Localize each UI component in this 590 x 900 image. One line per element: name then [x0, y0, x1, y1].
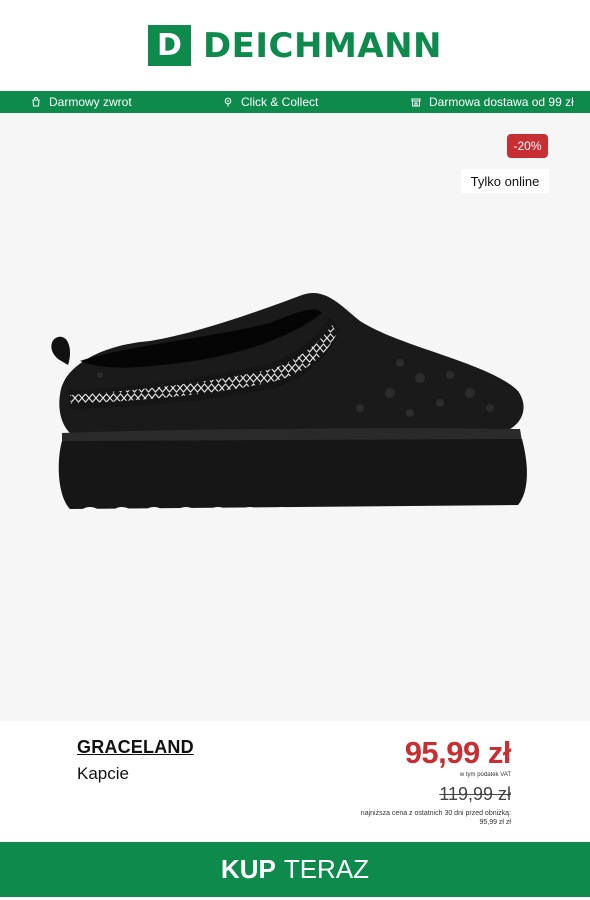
product-brand-link[interactable]: GRACELAND — [77, 737, 194, 758]
buy-now-button[interactable]: KUP TERAZ — [0, 842, 590, 897]
benefit-label: Click & Collect — [241, 95, 319, 109]
store-icon — [411, 98, 421, 107]
benefit-click-collect[interactable]: Click & Collect — [223, 95, 318, 109]
lowest-price-value: 95,99 zł zł — [479, 819, 511, 826]
vat-note: w tym podatek VAT — [459, 772, 511, 778]
benefit-free-returns[interactable]: Darmowy zwrot — [31, 95, 132, 109]
online-only-badge: Tylko online — [461, 169, 549, 193]
header: D DEICHMANN — [0, 0, 590, 91]
discount-badge: -20% — [507, 134, 548, 158]
benefit-label: Darmowy zwrot — [49, 95, 132, 109]
product-image-area[interactable]: -20% Tylko online — [0, 113, 590, 721]
benefit-free-delivery[interactable]: Darmowa dostawa od 99 zł — [411, 95, 574, 109]
location-pin-icon — [224, 97, 232, 107]
benefit-label: Darmowa dostawa od 99 zł — [429, 95, 574, 109]
logo-mark: D — [147, 25, 191, 66]
cta-text: TERAZ — [283, 854, 370, 884]
lowest-price-note: najniższa cena z ostatnich 30 dni przed … — [311, 809, 511, 827]
shopping-bag-icon — [32, 97, 40, 107]
product-type: Kapcie — [77, 764, 129, 783]
benefits-bar: Darmowy zwrot Click & Collect Darmowa do… — [0, 91, 590, 113]
lowest-price-label: najniższa cena z ostatnich 30 dni przed … — [360, 810, 511, 817]
old-price: 119,99 zł — [439, 784, 511, 804]
cta-bold-text: KUP — [220, 854, 276, 884]
current-price: 95,99 zł — [404, 735, 512, 770]
slipper-image — [51, 293, 527, 517]
product-info: GRACELAND Kapcie 95,99 zł w tym podatek … — [0, 721, 590, 842]
deichmann-logo[interactable]: D DEICHMANN — [147, 25, 443, 66]
logo-wordmark: DEICHMANN — [202, 25, 443, 66]
